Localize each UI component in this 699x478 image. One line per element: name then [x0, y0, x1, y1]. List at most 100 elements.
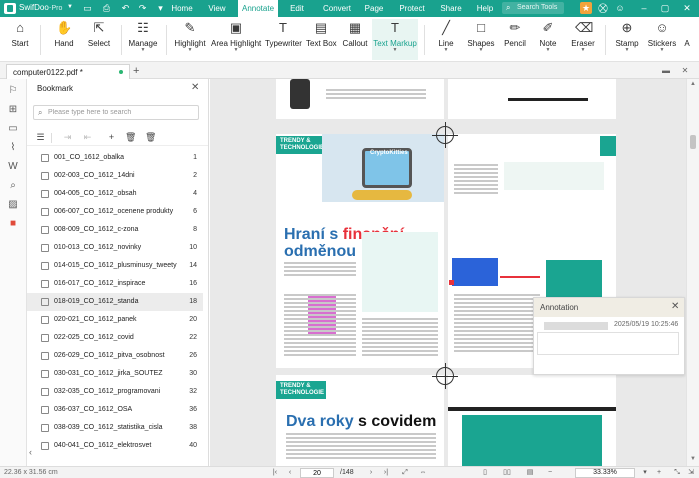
add-bookmark-icon[interactable]: + — [106, 132, 117, 143]
bookmark-item[interactable]: 004-005_CO_1612_obsah 4 — [27, 185, 203, 203]
bookmark-item[interactable]: 036-037_CO_1612_OSA 36 — [27, 401, 203, 419]
quick-access-chevron-icon[interactable]: ▾ — [155, 3, 166, 13]
bookmark-item[interactable]: 020-021_CO_1612_panek 20 — [27, 311, 203, 329]
menu-convert[interactable]: Convert — [317, 0, 357, 17]
pin-icon[interactable]: ⇲ — [686, 468, 696, 477]
bookmark-icon[interactable]: ⚐ — [7, 85, 19, 97]
bookmark-item[interactable]: 040-041_CO_1612_elektrosvet 40 — [27, 437, 203, 455]
comments-icon[interactable]: ▭ — [7, 123, 19, 135]
fit-page-icon[interactable]: ⤢ — [400, 468, 410, 477]
image-icon[interactable]: ▨ — [7, 199, 19, 211]
close-annotation-icon[interactable]: ✕ — [671, 301, 679, 312]
pencil-tool[interactable]: ✏ Pencil — [501, 19, 529, 60]
last-page-icon[interactable]: ›| — [381, 468, 391, 477]
highlight-tool[interactable]: ✎ Highlight ▼ — [172, 19, 208, 60]
zoom-out-icon[interactable]: − — [545, 468, 555, 477]
menu-view[interactable]: View — [200, 0, 234, 17]
menu-home[interactable]: Home — [166, 0, 198, 17]
document-tab[interactable]: computer0122.pdf * — [6, 64, 130, 79]
maximize-icon[interactable]: ▢ — [659, 2, 671, 14]
new-tab-icon[interactable]: + — [133, 65, 139, 77]
undo-icon[interactable]: ↶ — [120, 3, 131, 13]
bookmark-item[interactable]: 002-003_CO_1612_14dni 2 — [27, 167, 203, 185]
app-menu-chevron-icon[interactable]: ▼ — [67, 4, 73, 10]
cart-icon[interactable]: ⛒ — [597, 2, 609, 14]
zoom-in-icon[interactable]: + — [654, 468, 664, 477]
scroll-down-icon[interactable]: ▼ — [690, 456, 696, 462]
document-viewport[interactable]: TRENDY & TECHNOLOGIE CryptoKitties Hraní… — [210, 79, 686, 466]
bookmark-item[interactable]: 022-025_CO_1612_covid 22 — [27, 329, 203, 347]
manage-tool[interactable]: ☷ Manage ▼ — [126, 19, 160, 60]
redo-icon[interactable]: ↷ — [137, 3, 148, 13]
area-highlight-tool[interactable]: ▣ Area Highlight ▼ — [211, 19, 261, 60]
two-page-icon[interactable]: ▯▯ — [502, 468, 512, 477]
bookmark-item[interactable]: 038-039_CO_1612_statistika_cisla 38 — [27, 419, 203, 437]
line-tool[interactable]: ╱ Line ▼ — [432, 19, 460, 60]
page-number-input[interactable] — [300, 468, 334, 478]
select-tool[interactable]: ⇱ Select — [84, 19, 114, 60]
menu-annotate[interactable]: Annotate — [238, 0, 278, 17]
tab-list-icon[interactable]: ▬ — [661, 66, 671, 75]
premium-icon[interactable]: ★ — [580, 2, 592, 14]
fullscreen-icon[interactable]: ⤡ — [672, 468, 682, 477]
account-icon[interactable]: ☺ — [614, 2, 626, 14]
more-tools[interactable]: A — [681, 19, 693, 60]
outdent-icon[interactable]: ⇤ — [82, 132, 93, 143]
bookmark-search[interactable]: ⌕ — [33, 105, 199, 120]
first-page-icon[interactable]: |‹ — [270, 468, 280, 477]
thumbnails-icon[interactable]: ⊞ — [7, 104, 19, 116]
delete-bookmark-icon[interactable]: 🗑 — [125, 132, 136, 143]
bookmark-item[interactable]: 008-009_CO_1612_c-zona 8 — [27, 221, 203, 239]
collapse-panel-icon[interactable]: ‹ — [29, 447, 32, 457]
word-icon[interactable]: W — [7, 161, 19, 173]
menu-help[interactable]: Help — [472, 0, 498, 17]
scroll-mode-icon[interactable]: ▤ — [525, 468, 535, 477]
minimize-icon[interactable]: – — [638, 2, 650, 14]
note-marker-icon[interactable] — [449, 280, 454, 285]
bookmark-item[interactable]: 026-029_CO_1612_pitva_osobnost 26 — [27, 347, 203, 365]
fit-width-icon[interactable]: ⇔ — [418, 468, 428, 477]
print-icon[interactable]: ⎙ — [101, 3, 112, 13]
close-window-icon[interactable]: ✕ — [681, 2, 693, 14]
bookmark-item[interactable]: 014-015_CO_1612_plusminusy_tweety 14 — [27, 257, 203, 275]
scroll-up-icon[interactable]: ▲ — [690, 81, 696, 87]
bookmark-item[interactable]: 006-007_CO_1612_ocenene produkty 6 — [27, 203, 203, 221]
text-markup-tool[interactable]: T Text Markup ▼ — [372, 19, 418, 60]
zoom-level[interactable]: 33.33% — [575, 468, 635, 478]
prev-page-icon[interactable]: ‹ — [285, 468, 295, 477]
bookmark-item-selected[interactable]: 018-019_CO_1612_standa 18 — [27, 293, 203, 311]
annotation-header[interactable]: Annotation ✕ — [534, 298, 684, 317]
next-page-icon[interactable]: › — [366, 468, 376, 477]
bookmark-search-input[interactable] — [48, 107, 196, 118]
menu-protect[interactable]: Protect — [395, 0, 429, 17]
bookmark-item[interactable]: 016-017_CO_1612_inspirace 16 — [27, 275, 203, 293]
bookmark-item[interactable]: 030-031_CO_1612_jirka_SOUTEZ 30 — [27, 365, 203, 383]
menu-share[interactable]: Share — [436, 0, 466, 17]
close-panel-icon[interactable]: ✕ — [191, 82, 199, 93]
zoom-dropdown-icon[interactable]: ▾ — [640, 468, 650, 477]
note-tool[interactable]: ✐ Note ▼ — [535, 19, 561, 60]
hand-tool[interactable]: ✋ Hand — [50, 19, 78, 60]
tab-close-all-icon[interactable]: ✕ — [680, 66, 690, 75]
single-page-icon[interactable]: ▯ — [480, 468, 490, 477]
scrollbar-thumb[interactable] — [690, 135, 696, 149]
expand-all-icon[interactable]: ☰ — [35, 132, 46, 143]
attachment-icon[interactable]: ⌇ — [7, 142, 19, 154]
menu-edit[interactable]: Edit — [282, 0, 312, 17]
gift-icon[interactable]: ■ — [7, 218, 19, 230]
indent-icon[interactable]: ⇥ — [62, 132, 73, 143]
start-tool[interactable]: ⌂ Start — [6, 19, 34, 60]
annotation-comment-box[interactable] — [537, 332, 679, 355]
search-tools-box[interactable]: ⌕ Search Tools — [502, 2, 564, 14]
search-panel-icon[interactable]: ⌕ — [7, 180, 19, 192]
eraser-tool[interactable]: ⌫ Eraser ▼ — [568, 19, 598, 60]
stickers-tool[interactable]: ☺ Stickers ▼ — [646, 19, 678, 60]
typewriter-tool[interactable]: T Typewriter — [265, 19, 302, 60]
bookmark-item[interactable]: 032-035_CO_1612_programovani 32 — [27, 383, 203, 401]
bookmark-item[interactable]: 010-013_CO_1612_novinky 10 — [27, 239, 203, 257]
vertical-scrollbar[interactable]: ▲ ▼ — [686, 79, 699, 466]
shapes-tool[interactable]: □ Shapes ▼ — [465, 19, 497, 60]
bookmark-item[interactable]: 001_CO_1612_obalka 1 — [27, 149, 203, 167]
menu-page[interactable]: Page — [360, 0, 388, 17]
stamp-tool[interactable]: ⊕ Stamp ▼ — [612, 19, 642, 60]
